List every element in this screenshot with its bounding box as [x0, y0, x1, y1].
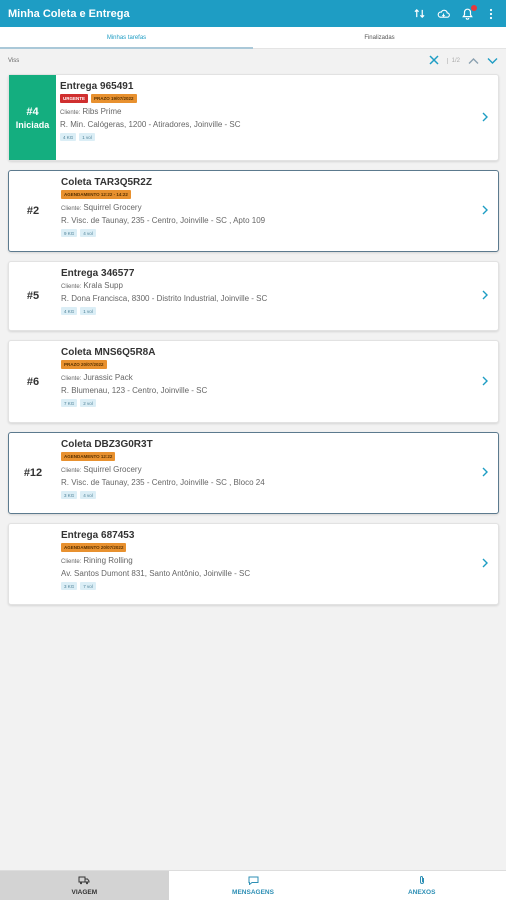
task-status: Iniciada [15, 119, 50, 130]
nav-anexos-label: ANEXOS [407, 889, 436, 896]
task-client: Cliente: Rining Rolling [61, 556, 494, 565]
weight-chip: 9 KG [61, 229, 78, 237]
client-label: Cliente: [61, 284, 82, 290]
task-title: Coleta MNS6Q5R8A [61, 347, 156, 358]
client-name: Krala Supp [83, 281, 123, 290]
task-title: Coleta DBZ3G0R3T [61, 439, 153, 450]
task-number: #6 [26, 375, 40, 388]
task-address: R. Visc. de Taunay, 235 - Centro, Joinvi… [61, 478, 265, 487]
chat-icon [248, 876, 259, 887]
client-name: Rining Rolling [83, 556, 133, 565]
task-address: Av. Santos Dumont 831, Santo Antônio, Jo… [61, 569, 251, 578]
weight-chip: 3 KG [61, 582, 78, 590]
client-name: Ribs Prime [82, 107, 122, 116]
volume-chip: 4 vol [80, 229, 96, 237]
volume-chip: 2 vol [80, 399, 96, 407]
client-name: Squirrel Grocery [83, 465, 142, 474]
chevron-right-icon[interactable] [482, 373, 488, 391]
task-client: Cliente: Jurassic Pack [61, 373, 494, 382]
sort-icon[interactable] [412, 7, 426, 21]
bottom-nav: VIAGEM MENSAGENS ANEXOS [0, 870, 506, 900]
deadline-tag: PRAZO 19/07/2022 [91, 94, 137, 103]
notification-badge [471, 4, 477, 11]
urgent-tag: URGENTE [60, 94, 89, 103]
weight-chip: 4 KG [60, 133, 77, 141]
chevron-right-icon[interactable] [482, 202, 488, 220]
client-label: Cliente: [61, 468, 82, 474]
nav-mensagens[interactable]: MENSAGENS [169, 871, 338, 900]
task-client: Cliente: Squirrel Grocery [61, 465, 494, 474]
task-tabs: Minhas tarefas Finalizadas [0, 27, 506, 49]
result-counter: 1/2 [446, 58, 460, 64]
task-client: Cliente: Squirrel Grocery [61, 203, 494, 212]
task-card[interactable]: #2 Coleta TAR3Q5R2Z AGENDAMENTO 12:22 - … [8, 170, 499, 252]
task-card[interactable]: #6 Coleta MNS6Q5R8A PRAZO 20/07/2022 Cli… [8, 340, 499, 423]
search-bar: Viss 1/2 [0, 50, 506, 72]
task-address: R. Dona Francisca, 8300 - Distrito Indus… [61, 294, 268, 303]
chevron-right-icon[interactable] [482, 555, 488, 573]
nav-anexos[interactable]: ANEXOS [337, 871, 506, 900]
client-name: Squirrel Grocery [83, 203, 142, 212]
client-name: Jurassic Pack [83, 373, 133, 382]
client-label: Cliente: [61, 559, 82, 565]
task-status-panel: #2 [9, 171, 57, 251]
nav-mensagens-label: MENSAGENS [232, 888, 274, 896]
chevron-right-icon[interactable] [482, 464, 488, 482]
volume-chip: 1 vol [80, 307, 96, 315]
clear-icon[interactable] [429, 52, 439, 70]
chevron-right-icon[interactable] [482, 287, 488, 305]
schedule-tag: AGENDAMENTO 12:22 [61, 452, 116, 461]
task-address: R. Visc. de Taunay, 235 - Centro, Joinvi… [61, 216, 266, 225]
weight-chip: 7 KG [61, 399, 78, 407]
task-status-panel [9, 524, 57, 604]
task-card[interactable]: Entrega 687453 AGENDAMENTO 20/07/2022 Cl… [8, 523, 499, 605]
tab-minhas-tarefas[interactable]: Minhas tarefas [0, 27, 253, 49]
nav-viagem[interactable]: VIAGEM [0, 871, 169, 900]
volume-chip: 4 vol [80, 491, 96, 499]
task-title: Entrega 687453 [61, 530, 135, 541]
volume-chip: 1 vol [79, 133, 95, 141]
chevron-right-icon[interactable] [482, 109, 488, 127]
task-title: Entrega 346577 [61, 268, 135, 279]
weight-chip: 3 KG [61, 491, 78, 499]
task-card[interactable]: #5 Entrega 346577 Cliente: Krala Supp R. … [8, 261, 499, 331]
nav-viagem-label: VIAGEM [71, 888, 98, 896]
task-number: #4 [26, 105, 39, 118]
cloud-icon[interactable] [436, 7, 450, 21]
task-number: #12 [23, 467, 43, 479]
more-icon[interactable] [484, 7, 498, 21]
task-number: #2 [26, 205, 40, 217]
task-address: R. Blumenau, 123 - Centro, Joinville - S… [61, 386, 208, 395]
app-title: Minha Coleta e Entrega [8, 7, 130, 20]
volume-chip: 7 vol [80, 582, 96, 590]
weight-chip: 4 KG [61, 307, 78, 315]
paperclip-icon [418, 875, 426, 887]
app-bar: Minha Coleta e Entrega [0, 0, 506, 27]
task-list: #4 Iniciada Entrega 965491 URGENTE PRAZO… [8, 74, 499, 614]
chevron-down-icon[interactable] [487, 52, 498, 70]
client-label: Cliente: [61, 376, 82, 382]
task-status-panel: #5 [9, 262, 57, 330]
schedule-tag: AGENDAMENTO 20/07/2022 [61, 543, 127, 552]
tab-finalizadas[interactable]: Finalizadas [253, 27, 506, 48]
task-title: Entrega 965491 [60, 81, 134, 92]
task-title: Coleta TAR3Q5R2Z [61, 177, 152, 188]
task-number: #5 [26, 290, 40, 302]
notification-icon[interactable] [460, 4, 477, 21]
schedule-tag: AGENDAMENTO 12:22 - 14:22 [61, 190, 131, 199]
task-address: R. Min. Calógeras, 1200 - Atiradores, Jo… [60, 120, 241, 129]
task-client: Cliente: Ribs Prime [60, 107, 494, 116]
chevron-up-icon[interactable] [468, 52, 479, 70]
task-status-panel: #12 [9, 433, 57, 513]
client-label: Cliente: [60, 110, 81, 116]
truck-icon [78, 876, 90, 887]
client-label: Cliente: [61, 206, 82, 212]
task-card[interactable]: #12 Coleta DBZ3G0R3T AGENDAMENTO 12:22 C… [8, 432, 499, 514]
task-status-panel: #4 Iniciada [9, 75, 56, 160]
task-status-panel: #6 [9, 341, 57, 422]
deadline-tag: PRAZO 20/07/2022 [61, 360, 107, 369]
search-text[interactable]: Viss [8, 58, 429, 64]
task-client: Cliente: Krala Supp [61, 281, 494, 290]
task-card[interactable]: #4 Iniciada Entrega 965491 URGENTE PRAZO… [8, 74, 499, 161]
